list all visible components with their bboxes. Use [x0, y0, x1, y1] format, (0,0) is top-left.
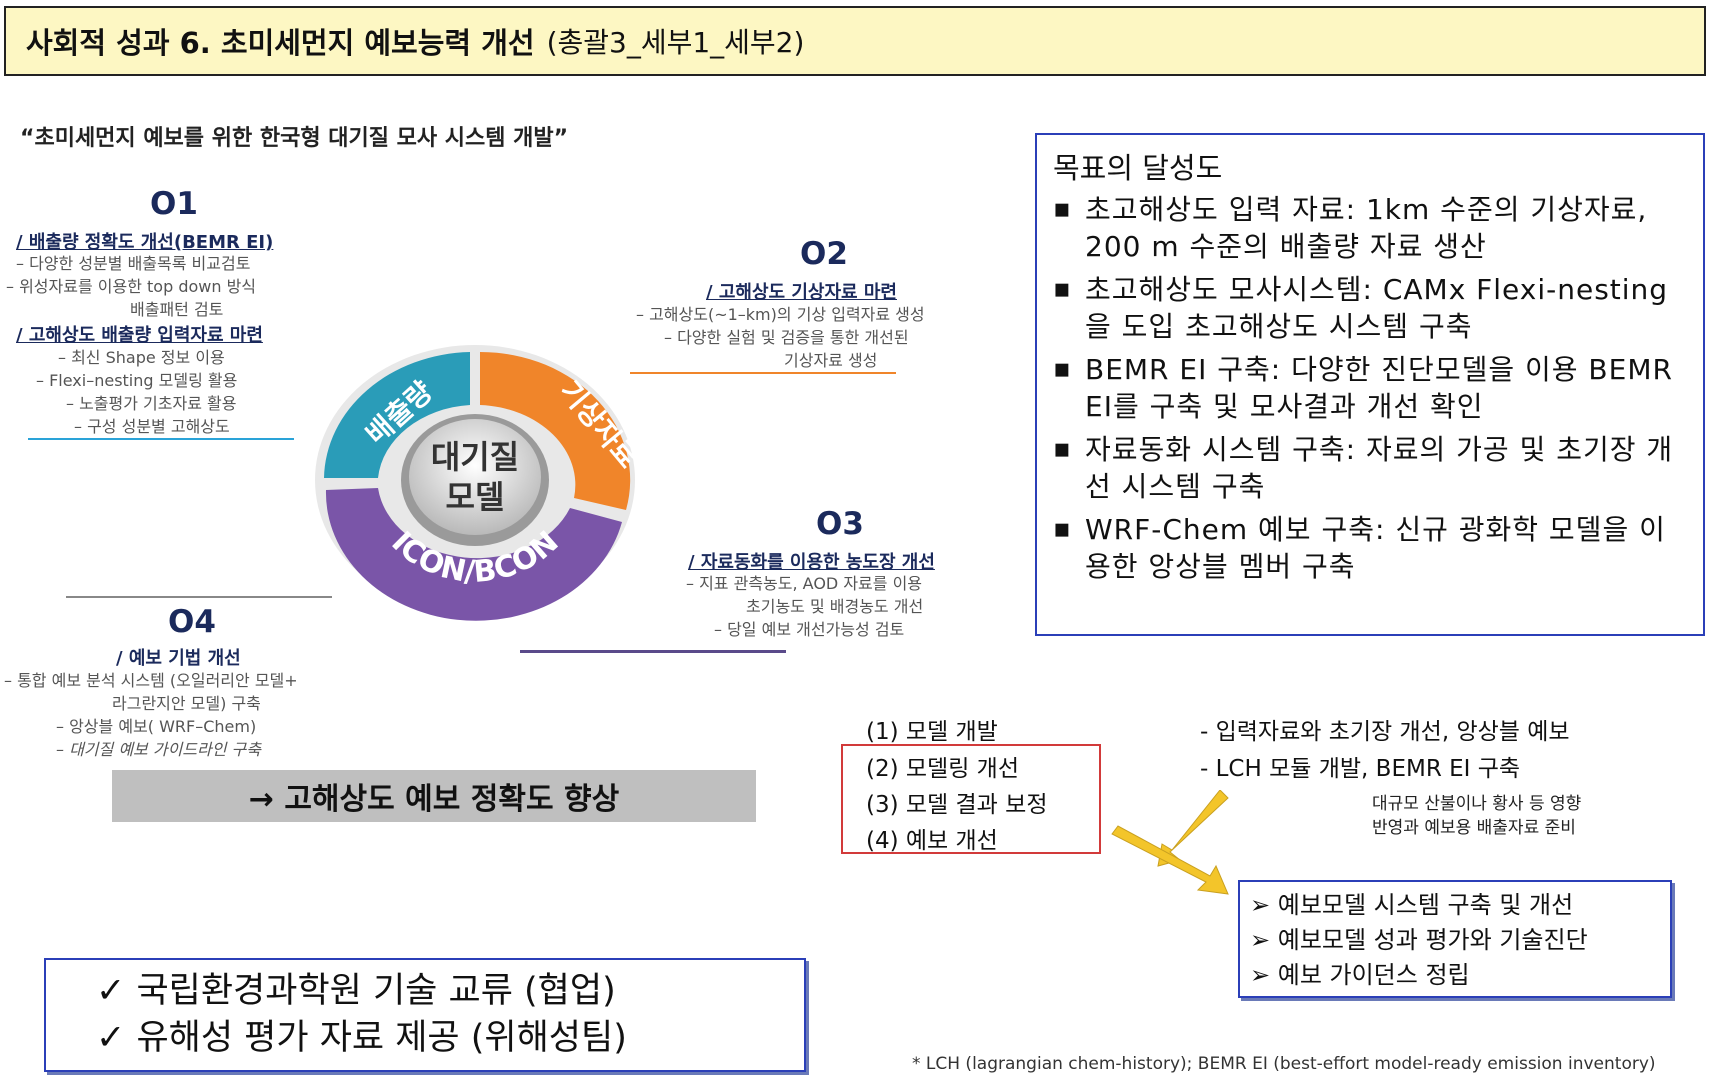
o4-item: – 앙상블 예보( WRF–Chem) [56, 717, 257, 736]
detail-item: - LCH 모듈 개발, BEMR EI 구축 [1200, 756, 1521, 782]
o1-underline [28, 438, 294, 440]
wheel-center-label-1: 대기질 [431, 438, 519, 476]
step-item: (3) 모델 결과 보정 [866, 792, 1048, 818]
quote-heading: “초미세먼지 예보를 위한 한국형 대기질 모사 시스템 개발” [20, 126, 569, 151]
goals-box: 목표의 달성도 초고해상도 입력 자료: 1km 수준의 기상자료, 200 m… [1035, 133, 1705, 636]
o4-overline [66, 596, 332, 598]
o1-item: 배출패턴 검토 [130, 300, 224, 319]
note-line: 대규모 산불이나 황사 등 영향 [1372, 794, 1582, 814]
page-title: 사회적 성과 6. 초미세먼지 예보능력 개선 [26, 26, 535, 60]
wheel-center [409, 419, 541, 535]
o1-title-2: / 고해상도 배출량 입력자료 마련 [16, 325, 263, 346]
o3-item: 초기농도 및 배경농도 개선 [746, 597, 924, 616]
o2-item: – 다양한 실험 및 검증을 통한 개선된 [664, 328, 909, 347]
o1-item: – 최신 Shape 정보 이용 [58, 348, 225, 367]
o1-item: – 다양한 성분별 배출목록 비교검토 [16, 254, 251, 273]
o2-heading: O2 [800, 236, 848, 272]
footnote: * LCH (lagrangian chem-history); BEMR EI… [912, 1054, 1656, 1074]
output-item: ➢ 예보모델 시스템 구축 및 개선 [1250, 891, 1574, 919]
step-item: (1) 모델 개발 [866, 719, 998, 745]
o1-heading: O1 [150, 186, 198, 222]
detail-item: - 입력자료와 초기장 개선, 앙상블 예보 [1200, 719, 1570, 745]
collab-item: ✓ 국립환경과학원 기술 교류 (협업) [96, 971, 616, 1011]
o2-item: – 고해상도(~1–km)의 기상 입력자료 생성 [636, 305, 925, 324]
arrow-down-right-icon [1111, 825, 1229, 895]
result-bar: → 고해상도 예보 정확도 향상 [112, 770, 756, 822]
outputs-box: ➢ 예보모델 시스템 구축 및 개선 ➢ 예보모델 성과 평가와 기술진단 ➢ … [1238, 880, 1672, 998]
page-subtitle: (총괄3_세부1_세부2) [546, 26, 805, 59]
o2-title: / 고해상도 기상자료 마련 [706, 282, 897, 303]
collaboration-box: ✓ 국립환경과학원 기술 교류 (협업) ✓ 유해성 평가 자료 제공 (위해성… [44, 958, 806, 1072]
o2-item: 기상자료 생성 [784, 351, 878, 370]
goal-item: WRF-Chem 예보 구축: 신규 광화학 모델을 이용한 앙상블 멤버 구축 [1053, 511, 1687, 585]
o3-item: – 지표 관측농도, AOD 자료를 이용 [686, 574, 923, 593]
title-bar: 사회적 성과 6. 초미세먼지 예보능력 개선 (총괄3_세부1_세부2) [4, 6, 1706, 76]
o3-item: – 당일 예보 개선가능성 검토 [714, 620, 905, 639]
wheel-center-label-2: 모델 [446, 478, 505, 516]
o3-title: / 자료동화를 이용한 농도장 개선 [688, 552, 935, 573]
goal-item: 초고해상도 모사시스템: CAMx Flexi-nesting 을 도입 초고해… [1053, 271, 1687, 345]
arrows [1111, 790, 1229, 895]
o1-item: – Flexi–nesting 모델링 활용 [36, 371, 238, 390]
step-item: (4) 예보 개선 [866, 828, 998, 854]
collab-item: ✓ 유해성 평가 자료 제공 (위해성팀) [96, 1018, 627, 1058]
o1-item: – 구성 성분별 고해상도 [74, 417, 230, 436]
o3-heading: O3 [816, 506, 864, 542]
o1-title-1: / 배출량 정확도 개선(BEMR EI) [16, 232, 274, 253]
model-wheel: 배출량 기상자료 ICON/BCON 대기질 모델 [315, 345, 645, 621]
step-item: (2) 모델링 개선 [866, 756, 1020, 782]
goal-item: BEMR EI 구축: 다양한 진단모델을 이용 BEMR EI를 구축 및 모… [1053, 351, 1687, 425]
o4-heading: O4 [168, 604, 216, 640]
o4-title: / 예보 기법 개선 [116, 648, 241, 669]
output-item: ➢ 예보 가이던스 정립 [1250, 961, 1470, 989]
o3-underline [520, 650, 786, 653]
o4-item: 라그란지안 모델) 구축 [112, 694, 261, 713]
o1-item: – 노출평가 기초자료 활용 [66, 394, 237, 413]
goals-title: 목표의 달성도 [1053, 151, 1223, 185]
goals-list: 초고해상도 입력 자료: 1km 수준의 기상자료, 200 m 수준의 배출량… [1053, 191, 1687, 585]
o1-item: – 위성자료를 이용한 top down 방식 [6, 277, 257, 296]
o4-item: – 통합 예보 분석 시스템 (오일러리안 모델+ [4, 671, 298, 690]
o2-underline [630, 372, 896, 374]
goal-item: 자료동화 시스템 구축: 자료의 가공 및 초기장 개선 시스템 구축 [1053, 431, 1687, 505]
output-item: ➢ 예보모델 성과 평가와 기술진단 [1250, 926, 1588, 954]
note-line: 반영과 예보용 배출자료 준비 [1372, 818, 1576, 838]
o4-item: – 대기질 예보 가이드라인 구축 [56, 740, 261, 759]
goal-item: 초고해상도 입력 자료: 1km 수준의 기상자료, 200 m 수준의 배출량… [1053, 191, 1687, 265]
